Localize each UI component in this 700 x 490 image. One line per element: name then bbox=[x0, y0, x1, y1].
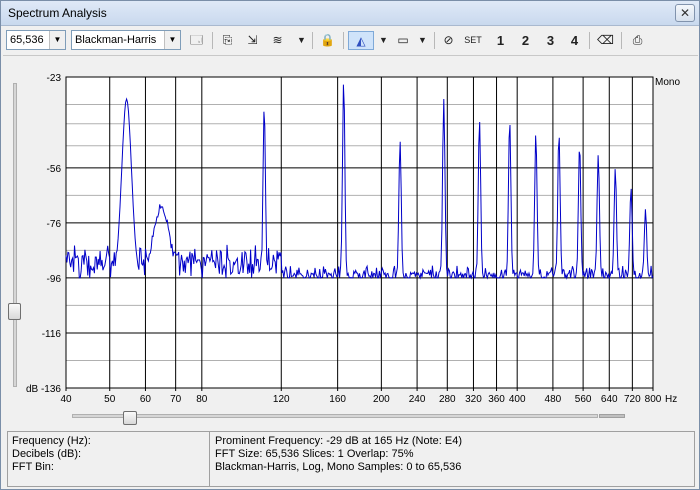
y-tick-label: -116 bbox=[42, 329, 62, 340]
eraser-icon: ⌫ bbox=[597, 33, 614, 47]
chevron-down-icon: ▼ bbox=[418, 35, 427, 45]
export-icon: ⇲ bbox=[247, 33, 258, 47]
horizontal-range-slider-end[interactable] bbox=[599, 414, 625, 418]
cursor-readout: Frequency (Hz): Decibels (dB): FFT Bin: bbox=[7, 431, 209, 487]
x-tick-label: 120 bbox=[273, 394, 290, 405]
average-button[interactable]: ≋ bbox=[269, 31, 286, 50]
printer-icon: ⎙ bbox=[632, 33, 643, 47]
copy-icon: ⎘ bbox=[222, 33, 233, 47]
x-tick-label: 320 bbox=[465, 394, 482, 405]
area-chart-icon: ◭ bbox=[356, 34, 366, 48]
spectrum-chart: -23 -56 -76 -96 -116 dB -13640 50 60 70 80 120 160 2… bbox=[26, 73, 680, 405]
set-button[interactable]: SET bbox=[462, 31, 484, 50]
waves-icon: ≋ bbox=[272, 33, 283, 47]
decibels-label: Decibels (dB): bbox=[12, 448, 82, 460]
x-tick-label: 280 bbox=[439, 394, 456, 405]
x-tick-label: 160 bbox=[329, 394, 346, 405]
circle-slash-icon: ⊘ bbox=[443, 33, 454, 47]
window-title: Spectrum Analysis bbox=[8, 6, 107, 20]
preset-4-button[interactable]: 4 bbox=[566, 31, 583, 50]
toolbar: 65,536 ▼ Blackman-Harris ▼ 🗔 ⎘ ⇲ ≋ ▼ 🔒 ◭… bbox=[1, 27, 699, 53]
export-button[interactable]: ⇲ bbox=[244, 31, 261, 50]
vertical-range-slider-track[interactable] bbox=[13, 83, 17, 387]
x-tick-label: 800 bbox=[645, 394, 662, 405]
set-label: SET bbox=[464, 35, 482, 45]
spectrum-analysis-window: Spectrum Analysis ✕ 65,536 ▼ Blackman-Ha… bbox=[0, 0, 700, 490]
x-tick-label: 50 bbox=[104, 394, 116, 405]
chevron-down-icon: ▼ bbox=[164, 31, 180, 49]
x-tick-label: 240 bbox=[409, 394, 426, 405]
analysis-info: Prominent Frequency: -29 dB at 165 Hz (N… bbox=[209, 431, 695, 487]
reset-button[interactable]: ⊘ bbox=[440, 31, 457, 50]
chevron-down-icon: ▼ bbox=[49, 31, 65, 49]
preset-3-label: 3 bbox=[546, 33, 555, 48]
horizontal-range-slider-thumb[interactable] bbox=[123, 411, 137, 425]
x-tick-label: 400 bbox=[509, 394, 526, 405]
toolbar-separator bbox=[434, 32, 435, 49]
x-tick-label: 560 bbox=[575, 394, 592, 405]
frequency-label: Frequency (Hz): bbox=[12, 435, 91, 447]
window-info: Blackman-Harris, Log, Mono Samples: 0 to… bbox=[215, 461, 462, 473]
horizontal-range-slider-track[interactable] bbox=[72, 414, 598, 418]
fft-size-select[interactable]: 65,536 ▼ bbox=[6, 30, 66, 50]
y-tick-label: -56 bbox=[47, 164, 62, 175]
toolbar-separator bbox=[212, 32, 213, 49]
preset-3-button[interactable]: 3 bbox=[542, 31, 559, 50]
close-icon: ✕ bbox=[679, 6, 691, 20]
x-tick-label: 60 bbox=[140, 394, 152, 405]
close-button[interactable]: ✕ bbox=[675, 4, 695, 22]
x-tick-label: 720 bbox=[624, 394, 641, 405]
properties-icon: 🗔 bbox=[189, 33, 203, 47]
y-tick-label: -76 bbox=[47, 219, 62, 230]
x-tick-label: 360 bbox=[488, 394, 505, 405]
preset-1-button[interactable]: 1 bbox=[492, 31, 509, 50]
fft-size-value: 65,536 bbox=[10, 34, 44, 46]
x-tick-label: 40 bbox=[60, 394, 72, 405]
rectangle-icon: ▭ bbox=[397, 33, 409, 47]
fft-bin-label: FFT Bin: bbox=[12, 461, 54, 473]
preset-1-label: 1 bbox=[496, 33, 505, 48]
channel-label: Mono bbox=[655, 77, 680, 88]
x-tick-label: 80 bbox=[196, 394, 208, 405]
y-tick-label: dB -136 bbox=[26, 384, 61, 395]
preset-2-button[interactable]: 2 bbox=[517, 31, 534, 50]
prominent-frequency: Prominent Frequency: -29 dB at 165 Hz (N… bbox=[215, 435, 463, 447]
status-bar: Frequency (Hz): Decibels (dB): FFT Bin: … bbox=[7, 431, 695, 487]
toolbar-separator bbox=[343, 32, 344, 49]
display-button[interactable]: ▭ bbox=[393, 31, 413, 50]
area-graph-button[interactable]: ◭ bbox=[348, 31, 374, 50]
toolbar-separator bbox=[312, 32, 313, 49]
copy-data-button[interactable]: ⎘ bbox=[219, 31, 236, 50]
x-tick-label: 640 bbox=[601, 394, 618, 405]
window-function-value: Blackman-Harris bbox=[75, 34, 157, 46]
chevron-down-icon: ▼ bbox=[297, 35, 306, 45]
vertical-range-slider-thumb[interactable] bbox=[8, 303, 21, 320]
toolbar-separator bbox=[589, 32, 590, 49]
preset-2-label: 2 bbox=[521, 33, 530, 48]
x-axis-label: Hz bbox=[665, 394, 677, 405]
chevron-down-icon: ▼ bbox=[379, 35, 388, 45]
x-tick-label: 70 bbox=[170, 394, 182, 405]
print-button[interactable]: ⎙ bbox=[629, 31, 646, 50]
fft-info: FFT Size: 65,536 Slices: 1 Overlap: 75% bbox=[215, 448, 414, 460]
toolbar-separator bbox=[621, 32, 622, 49]
properties-button[interactable]: 🗔 bbox=[188, 31, 205, 50]
display-dropdown[interactable]: ▼ bbox=[414, 31, 431, 50]
preset-4-label: 4 bbox=[570, 33, 579, 48]
x-tick-label: 200 bbox=[373, 394, 390, 405]
window-function-select[interactable]: Blackman-Harris ▼ bbox=[71, 30, 181, 50]
clear-button[interactable]: ⌫ bbox=[597, 31, 614, 50]
average-dropdown[interactable]: ▼ bbox=[293, 31, 310, 50]
y-tick-label: -96 bbox=[47, 274, 62, 285]
x-tick-label: 480 bbox=[545, 394, 562, 405]
lock-icon: 🔒 bbox=[320, 33, 335, 47]
graph-type-dropdown[interactable]: ▼ bbox=[375, 31, 392, 50]
y-tick-label: -23 bbox=[47, 73, 62, 84]
title-bar: Spectrum Analysis ✕ bbox=[1, 1, 699, 26]
lock-button[interactable]: 🔒 bbox=[319, 31, 336, 50]
